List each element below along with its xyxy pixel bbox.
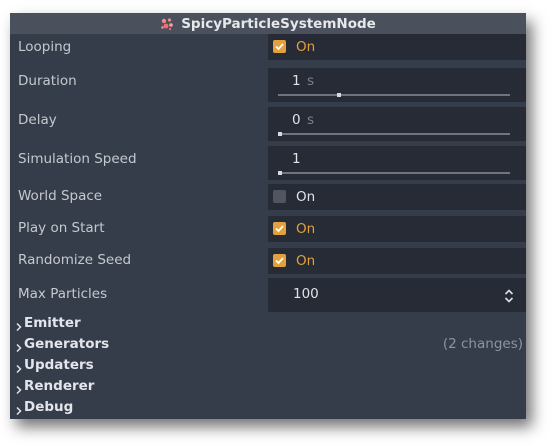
updown-arrows-icon[interactable]: [504, 288, 514, 307]
property-label: Play on Start: [18, 220, 105, 236]
looping-checkbox[interactable]: [273, 40, 286, 53]
simulation-speed-slider-grabber[interactable]: [278, 171, 282, 175]
looping-field: On: [268, 34, 526, 60]
section-title: Renderer: [24, 378, 95, 394]
property-row-world-space: World Space On: [10, 184, 526, 212]
delay-spinslider[interactable]: 0 s: [268, 107, 526, 141]
section-title: Debug: [24, 399, 74, 415]
section-emitter[interactable]: Emitter: [10, 313, 526, 334]
duration-unit: s: [307, 73, 315, 89]
duration-spinslider[interactable]: 1 s: [268, 68, 526, 102]
section-updaters[interactable]: Updaters: [10, 355, 526, 376]
property-label: Randomize Seed: [18, 252, 132, 268]
play-on-start-value: On: [296, 221, 316, 237]
inspector-panel: SpicyParticleSystemNode Looping On Durat…: [10, 13, 526, 419]
duration-slider-track[interactable]: [278, 94, 510, 96]
duration-slider-grabber[interactable]: [337, 93, 342, 97]
delay-slider-track[interactable]: [278, 133, 510, 135]
property-label: Looping: [18, 39, 72, 55]
max-particles-value[interactable]: 100: [293, 286, 319, 302]
property-row-max-particles: Max Particles 100: [10, 278, 526, 314]
delay-value[interactable]: 0: [292, 112, 301, 128]
property-row-simulation-speed: Simulation Speed 1: [10, 146, 526, 182]
world-space-field: On: [268, 184, 526, 210]
delay-slider-grabber[interactable]: [278, 132, 282, 136]
play-on-start-checkbox[interactable]: [273, 222, 286, 235]
section-title: Generators: [24, 336, 110, 352]
property-row-delay: Delay 0 s: [10, 107, 526, 143]
section-generators[interactable]: Generators (2 changes): [10, 334, 526, 355]
simulation-speed-value[interactable]: 1: [292, 151, 301, 167]
max-particles-spinbox[interactable]: 100: [268, 278, 526, 312]
property-label: Duration: [18, 73, 77, 89]
randomize-seed-checkbox[interactable]: [273, 254, 286, 267]
section-renderer[interactable]: Renderer: [10, 376, 526, 397]
particles-icon: [160, 17, 174, 31]
world-space-checkbox[interactable]: [273, 190, 286, 203]
looping-value: On: [296, 39, 316, 55]
property-label: Simulation Speed: [18, 151, 137, 167]
property-label: World Space: [18, 188, 103, 204]
property-label: Max Particles: [18, 286, 108, 302]
section-title: Updaters: [24, 357, 94, 373]
property-row-randomize-seed: Randomize Seed On: [10, 248, 526, 276]
property-label: Delay: [18, 112, 57, 128]
world-space-value: On: [296, 189, 316, 205]
property-row-duration: Duration 1 s: [10, 68, 526, 104]
simulation-speed-spinslider[interactable]: 1: [268, 146, 526, 180]
chevron-right-icon: [16, 401, 22, 419]
play-on-start-field: On: [268, 216, 526, 242]
node-title: SpicyParticleSystemNode: [181, 15, 376, 32]
duration-value[interactable]: 1: [292, 73, 301, 89]
randomize-seed-field: On: [268, 248, 526, 274]
property-row-play-on-start: Play on Start On: [10, 216, 526, 244]
randomize-seed-value: On: [296, 253, 316, 269]
delay-unit: s: [307, 112, 315, 128]
property-row-looping: Looping On: [10, 34, 526, 66]
simulation-speed-slider-track[interactable]: [278, 172, 510, 174]
changes-count: (2 changes): [442, 336, 523, 352]
inspector-title-bar: SpicyParticleSystemNode: [10, 13, 526, 34]
section-title: Emitter: [24, 315, 81, 331]
section-debug[interactable]: Debug: [10, 397, 526, 418]
